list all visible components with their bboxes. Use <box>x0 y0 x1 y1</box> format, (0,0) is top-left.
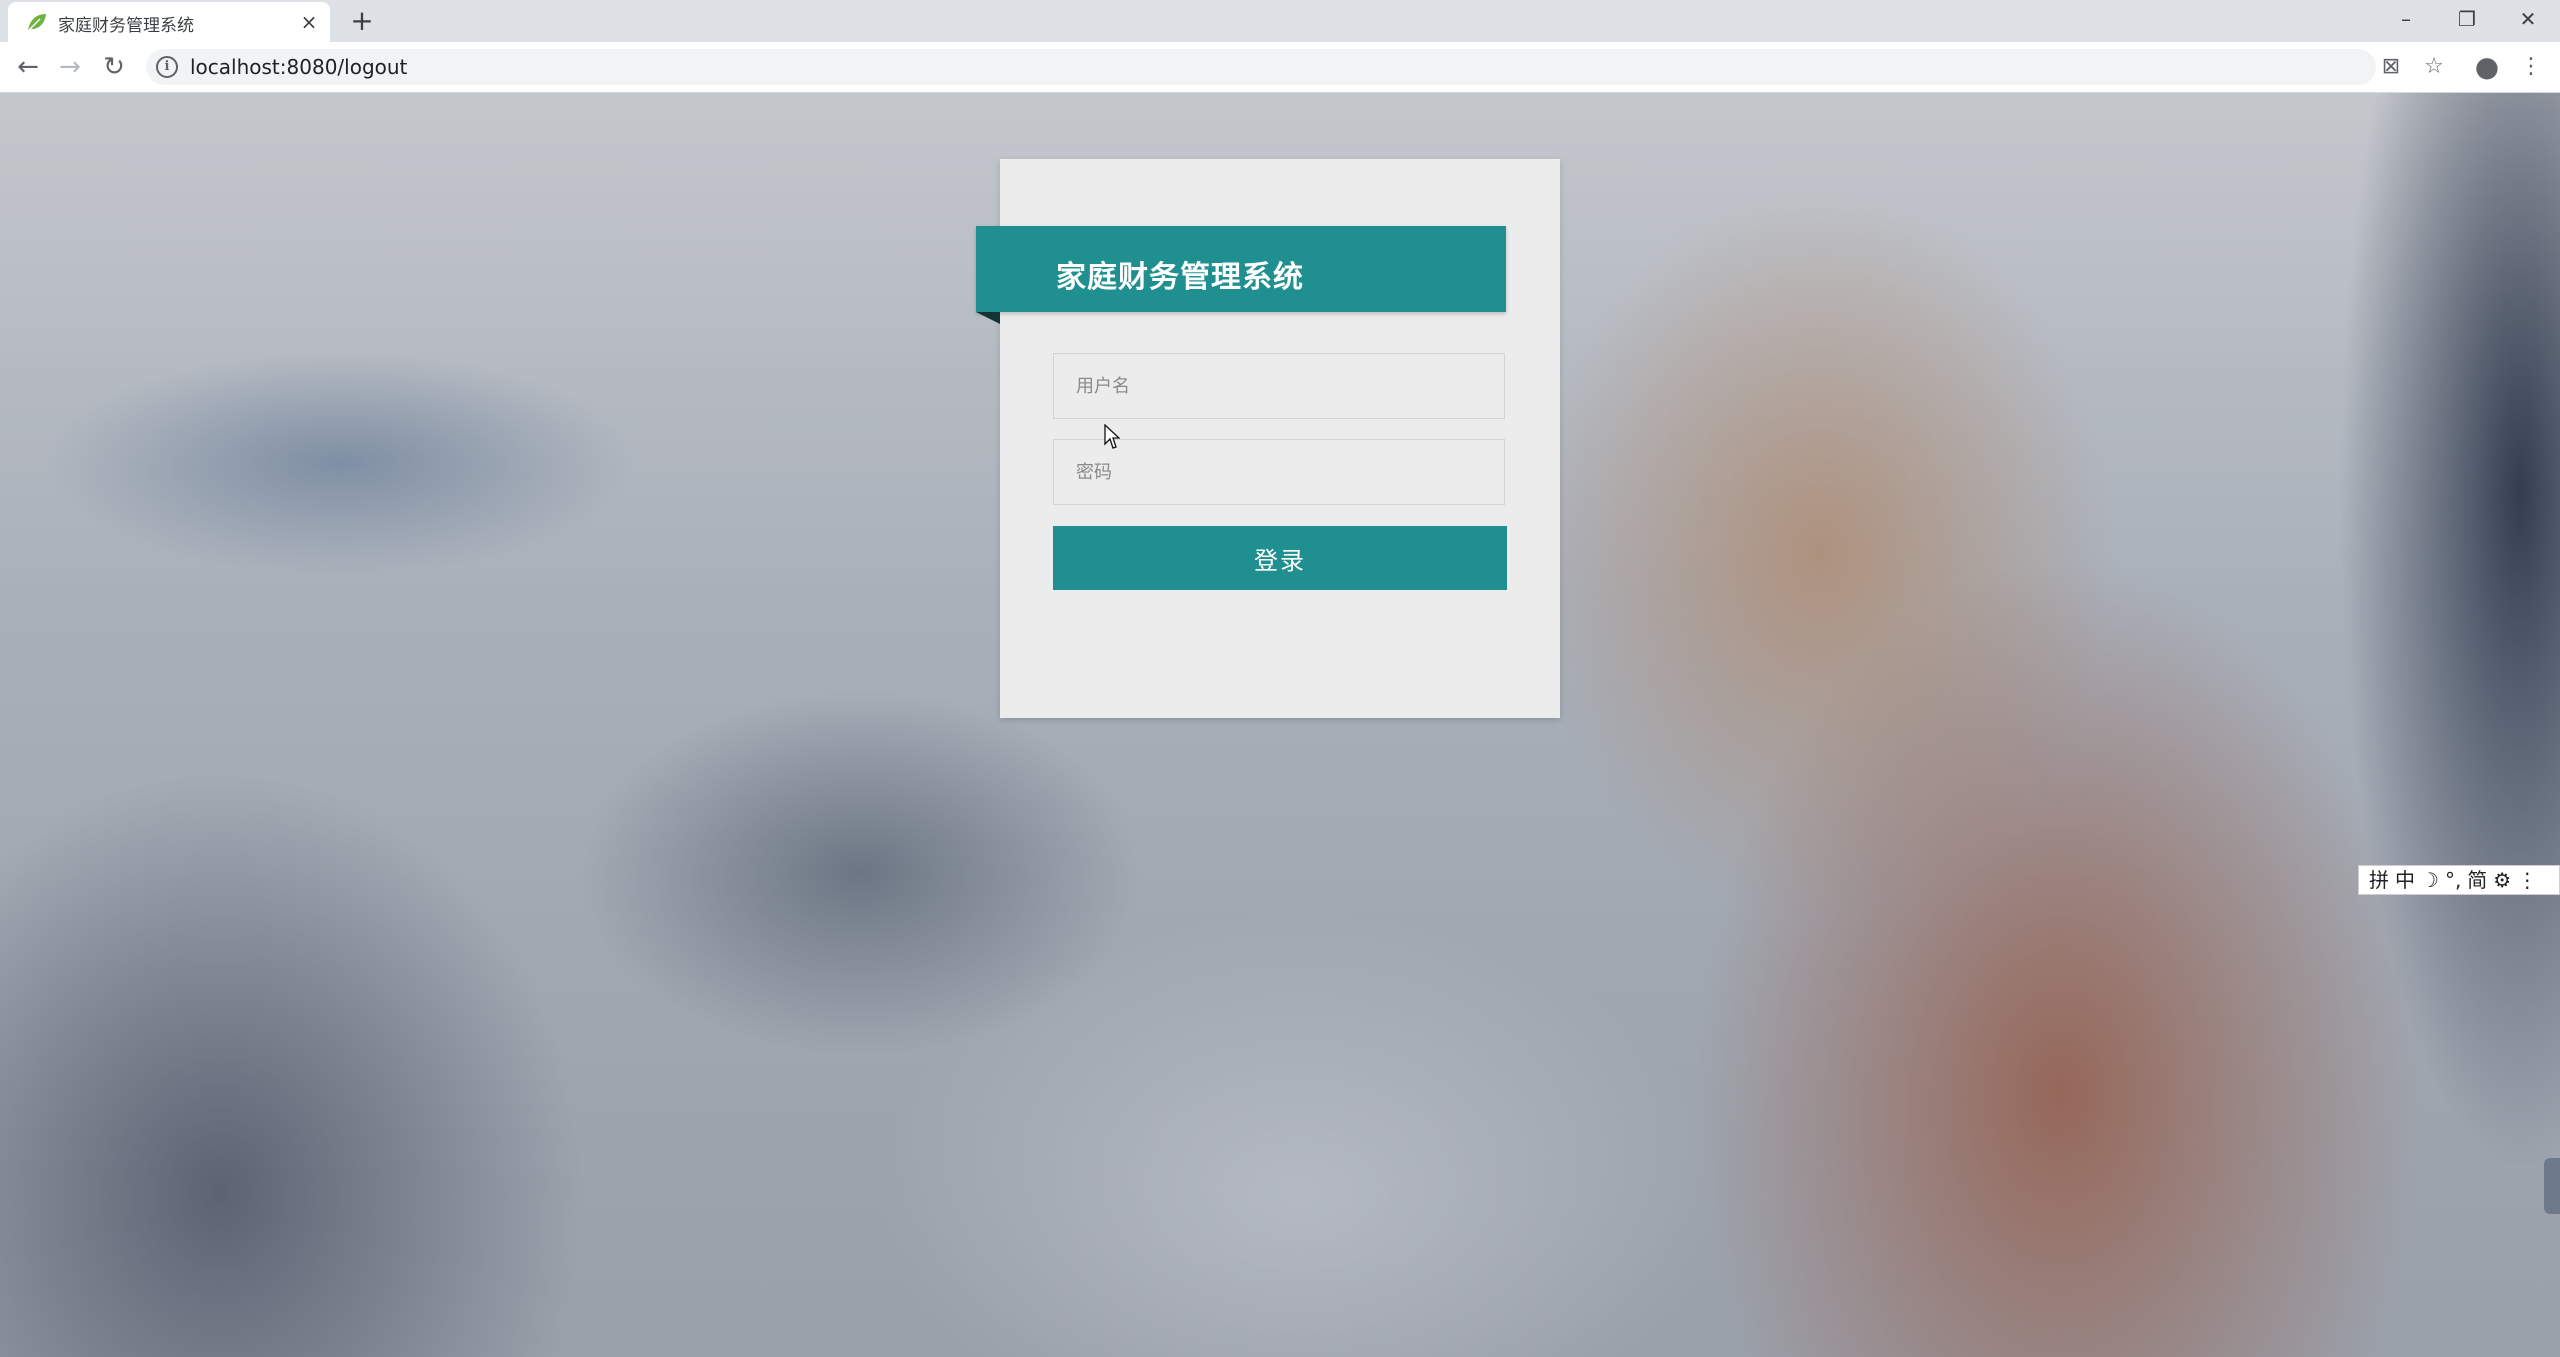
browser-tab[interactable]: 家庭财务管理系统 × <box>8 2 330 42</box>
login-button[interactable]: 登录 <box>1053 526 1507 590</box>
tab-title: 家庭财务管理系统 <box>58 16 194 36</box>
ime-more-icon[interactable]: ⋮ <box>2517 867 2537 893</box>
username-input[interactable] <box>1053 353 1505 419</box>
translate-icon[interactable]: ⊠ <box>2376 52 2406 82</box>
side-edge-tab[interactable] <box>2544 1158 2560 1214</box>
site-info-icon[interactable]: i <box>156 56 178 78</box>
ime-pinyin-icon[interactable]: 拼 <box>2369 867 2389 893</box>
ime-toolbar[interactable]: 拼 中 ☽ °, 简 ⚙ ⋮ <box>2358 865 2560 895</box>
tab-close-icon[interactable]: × <box>298 11 320 33</box>
new-tab-button[interactable]: + <box>347 6 377 36</box>
mouse-cursor-icon <box>1104 424 1120 449</box>
ime-chinese-mode[interactable]: 中 <box>2395 867 2415 893</box>
ribbon-fold <box>976 312 1000 324</box>
password-input[interactable] <box>1053 439 1505 505</box>
browser-toolbar: ← → ↻ i localhost:8080/logout ⊠ ☆ ● ⋮ <box>0 42 2560 93</box>
leaf-favicon-icon <box>28 14 46 31</box>
bookmark-star-icon[interactable]: ☆ <box>2419 52 2449 82</box>
ime-moon-icon[interactable]: ☽ <box>2421 867 2439 893</box>
ime-punctuation-icon[interactable]: °, <box>2445 867 2461 893</box>
restore-button[interactable]: ❐ <box>2447 2 2487 36</box>
ime-simplified-mode[interactable]: 简 <box>2467 867 2487 893</box>
profile-avatar-icon[interactable]: ● <box>2472 52 2502 82</box>
back-button[interactable]: ← <box>12 52 44 82</box>
url-text[interactable]: localhost:8080/logout <box>190 55 407 79</box>
login-title-ribbon: 家庭财务管理系统 <box>976 226 1506 312</box>
browser-tabstrip: 家庭财务管理系统 × + – ❐ ✕ <box>0 0 2560 42</box>
browser-menu-icon[interactable]: ⋮ <box>2516 52 2546 82</box>
forward-button[interactable]: → <box>54 52 86 82</box>
address-bar[interactable]: i localhost:8080/logout <box>146 49 2376 85</box>
minimize-button[interactable]: – <box>2386 2 2426 36</box>
reload-button[interactable]: ↻ <box>98 52 130 82</box>
close-window-button[interactable]: ✕ <box>2508 2 2548 36</box>
ime-settings-icon[interactable]: ⚙ <box>2493 867 2511 893</box>
login-title: 家庭财务管理系统 <box>1056 260 1304 295</box>
